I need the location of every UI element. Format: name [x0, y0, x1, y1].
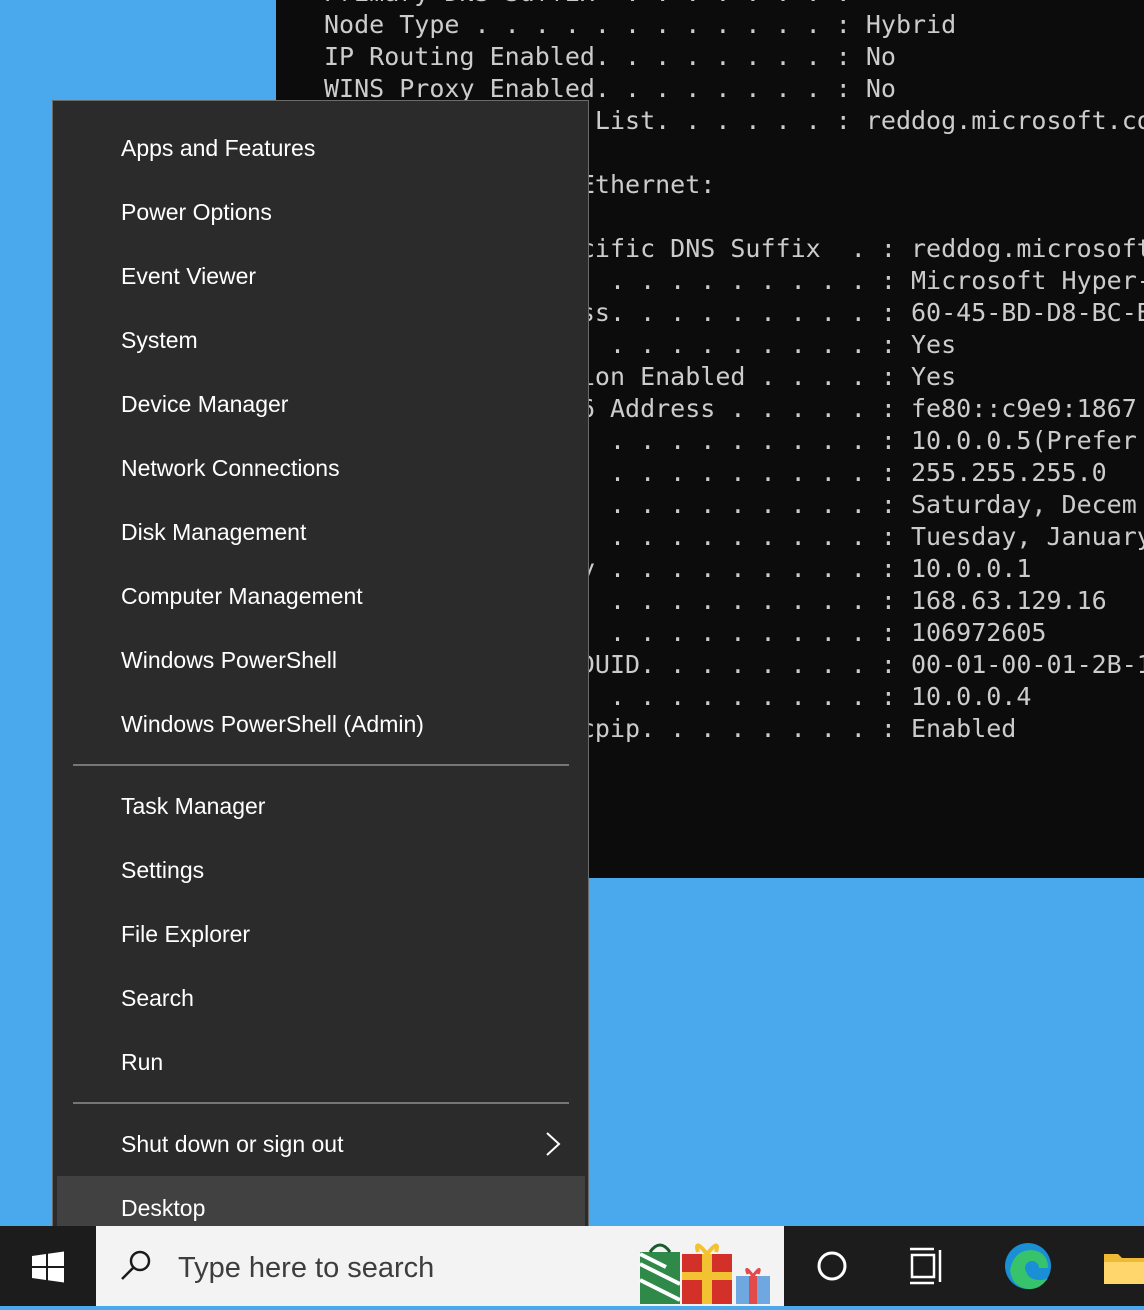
menu-item-label: Device Manager	[121, 391, 289, 417]
console-line: Node Type . . . . . . . . . . . . : Hybr…	[324, 10, 957, 39]
search-placeholder: Type here to search	[178, 1252, 435, 1284]
menu-item-file-explorer[interactable]: File Explorer	[57, 902, 585, 966]
menu-item-label: System	[121, 327, 198, 353]
menu-item-label: Task Manager	[121, 793, 266, 819]
menu-item-windows-powershell[interactable]: Windows PowerShell	[57, 628, 585, 692]
menu-item-label: Apps and Features	[121, 135, 316, 161]
file-explorer-icon[interactable]	[1100, 1240, 1144, 1292]
cortana-icon[interactable]	[806, 1240, 858, 1292]
windows-start-icon	[32, 1251, 64, 1283]
search-icon	[121, 1250, 151, 1280]
menu-item-computer-management[interactable]: Computer Management	[57, 564, 585, 628]
menu-item-label: Windows PowerShell	[121, 647, 338, 673]
menu-item-label: Power Options	[121, 199, 272, 225]
menu-separator	[73, 764, 569, 766]
menu-item-device-manager[interactable]: Device Manager	[57, 372, 585, 436]
menu-item-event-viewer[interactable]: Event Viewer	[57, 244, 585, 308]
start-button[interactable]	[0, 1226, 96, 1306]
menu-item-windows-powershell-admin[interactable]: Windows PowerShell (Admin)	[57, 692, 585, 756]
chevron-right-icon	[546, 1132, 561, 1156]
edge-icon[interactable]	[1002, 1240, 1054, 1292]
taskbar-search-box[interactable]: Type here to search	[96, 1226, 784, 1306]
menu-item-disk-management[interactable]: Disk Management	[57, 500, 585, 564]
menu-item-shut-down-or-sign-out[interactable]: Shut down or sign out	[57, 1112, 585, 1176]
menu-item-network-connections[interactable]: Network Connections	[57, 436, 585, 500]
taskbar: Type here to search	[0, 1226, 1144, 1306]
menu-item-label: Disk Management	[121, 519, 307, 545]
menu-item-task-manager[interactable]: Task Manager	[57, 774, 585, 838]
menu-item-apps-and-features[interactable]: Apps and Features	[57, 116, 585, 180]
menu-item-label: Search	[121, 985, 194, 1011]
menu-item-label: Network Connections	[121, 455, 340, 481]
gifts-icon[interactable]	[636, 1234, 776, 1306]
menu-item-label: Settings	[121, 857, 205, 883]
menu-item-label: File Explorer	[121, 921, 251, 947]
menu-item-label: Shut down or sign out	[121, 1131, 344, 1157]
console-line: IP Routing Enabled. . . . . . . . : No	[324, 42, 896, 71]
menu-item-run[interactable]: Run	[57, 1030, 585, 1094]
menu-separator	[73, 1102, 569, 1104]
menu-item-system[interactable]: System	[57, 308, 585, 372]
menu-item-label: Windows PowerShell (Admin)	[121, 711, 424, 737]
power-user-menu: Apps and Features Power Options Event Vi…	[52, 100, 589, 1242]
task-view-icon[interactable]	[902, 1240, 954, 1292]
menu-item-label: Run	[121, 1049, 164, 1075]
menu-item-power-options[interactable]: Power Options	[57, 180, 585, 244]
menu-item-search[interactable]: Search	[57, 966, 585, 1030]
menu-item-label: Computer Management	[121, 583, 363, 609]
console-line: Primary DNS Suffix . . . . . . . :	[324, 0, 866, 9]
menu-item-settings[interactable]: Settings	[57, 838, 585, 902]
menu-item-label: Event Viewer	[121, 263, 257, 289]
